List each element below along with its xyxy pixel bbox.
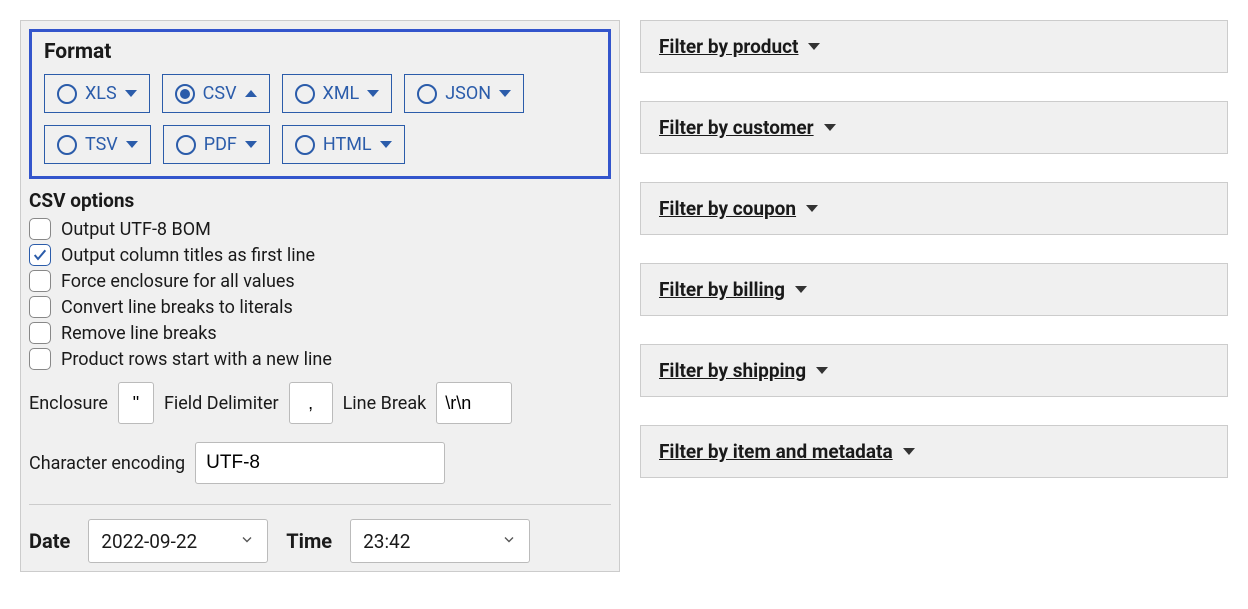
format-option-label: XLS <box>85 83 117 104</box>
radio-icon <box>295 135 315 155</box>
caret-down-icon <box>795 286 807 293</box>
linebreak-label: Line Break <box>343 393 427 414</box>
enclosure-label: Enclosure <box>29 393 108 414</box>
format-option-label: TSV <box>85 134 118 155</box>
filter-accordion[interactable]: Filter by product <box>640 20 1228 73</box>
filter-label: Filter by billing <box>659 278 785 301</box>
radio-icon <box>417 84 437 104</box>
checkbox[interactable] <box>29 348 51 370</box>
format-option-label: CSV <box>203 83 237 104</box>
csv-option-row: Output UTF-8 BOM <box>29 216 611 242</box>
format-option-label: PDF <box>204 134 237 155</box>
caret-down-icon <box>816 367 828 374</box>
radio-icon <box>175 84 195 104</box>
radio-icon <box>295 84 315 104</box>
caret-down-icon <box>806 205 818 212</box>
format-options: XLS CSV XML JSON TSV PDF HTML <box>44 74 596 164</box>
linebreak-input[interactable] <box>436 382 512 424</box>
encoding-input[interactable] <box>195 442 445 484</box>
format-section: Format XLS CSV XML JSON TSV PDF HTML <box>29 29 611 179</box>
encoding-row: Character encoding <box>29 442 611 484</box>
filter-accordion[interactable]: Filter by shipping <box>640 344 1228 397</box>
csv-option-row: Product rows start with a new line <box>29 346 611 372</box>
filter-label: Filter by item and metadata <box>659 440 893 463</box>
format-option-xml[interactable]: XML <box>282 74 393 113</box>
csv-option-row: Convert line breaks to literals <box>29 294 611 320</box>
csv-separator-row: Enclosure Field Delimiter Line Break <box>29 382 611 424</box>
time-select[interactable]: 23:42 <box>350 519 530 563</box>
csv-option-label: Product rows start with a new line <box>61 349 332 370</box>
caret-down-icon <box>903 448 915 455</box>
caret-down-icon <box>499 90 511 97</box>
csv-options-title: CSV options <box>29 189 611 212</box>
filter-label: Filter by product <box>659 35 798 58</box>
caret-down-icon <box>808 43 820 50</box>
csv-option-label: Output UTF-8 BOM <box>61 219 211 240</box>
encoding-label: Character encoding <box>29 453 185 474</box>
caret-up-icon <box>245 90 257 97</box>
checkbox[interactable] <box>29 322 51 344</box>
csv-option-row: Output column titles as first line <box>29 242 611 268</box>
date-value: 2022-09-22 <box>101 530 197 553</box>
chevron-down-icon <box>239 530 255 553</box>
filter-label: Filter by customer <box>659 116 814 139</box>
format-option-json[interactable]: JSON <box>404 74 524 113</box>
csv-option-row: Remove line breaks <box>29 320 611 346</box>
filters-panel: Filter by product Filter by customer Fil… <box>640 20 1228 478</box>
caret-down-icon <box>125 90 137 97</box>
caret-down-icon <box>380 141 392 148</box>
format-option-xls[interactable]: XLS <box>44 74 150 113</box>
left-settings-panel: Format XLS CSV XML JSON TSV PDF HTML CSV optio… <box>20 20 620 572</box>
time-value: 23:42 <box>363 530 410 553</box>
caret-down-icon <box>126 141 138 148</box>
format-option-html[interactable]: HTML <box>282 125 405 164</box>
checkbox[interactable] <box>29 244 51 266</box>
format-option-csv[interactable]: CSV <box>162 74 270 113</box>
datetime-row: Date 2022-09-22 Time 23:42 <box>29 519 611 563</box>
format-option-label: JSON <box>445 83 491 104</box>
filter-accordion[interactable]: Filter by item and metadata <box>640 425 1228 478</box>
csv-option-label: Output column titles as first line <box>61 245 315 266</box>
format-title: Format <box>44 40 596 64</box>
radio-icon <box>57 135 77 155</box>
checkbox[interactable] <box>29 218 51 240</box>
chevron-down-icon <box>501 530 517 553</box>
filter-accordion[interactable]: Filter by billing <box>640 263 1228 316</box>
date-label: Date <box>29 529 70 553</box>
csv-option-label: Force enclosure for all values <box>61 271 295 292</box>
enclosure-input[interactable] <box>118 382 154 424</box>
format-option-label: XML <box>323 83 360 104</box>
caret-down-icon <box>824 124 836 131</box>
csv-option-label: Convert line breaks to literals <box>61 297 293 318</box>
delimiter-label: Field Delimiter <box>164 393 279 414</box>
divider <box>29 504 611 505</box>
caret-down-icon <box>367 90 379 97</box>
filter-accordion[interactable]: Filter by customer <box>640 101 1228 154</box>
csv-option-row: Force enclosure for all values <box>29 268 611 294</box>
filter-accordion[interactable]: Filter by coupon <box>640 182 1228 235</box>
date-select[interactable]: 2022-09-22 <box>88 519 268 563</box>
time-label: Time <box>286 529 332 553</box>
checkbox[interactable] <box>29 270 51 292</box>
format-option-label: HTML <box>323 134 372 155</box>
caret-down-icon <box>245 141 257 148</box>
format-option-tsv[interactable]: TSV <box>44 125 151 164</box>
format-option-pdf[interactable]: PDF <box>163 125 270 164</box>
filter-label: Filter by shipping <box>659 359 806 382</box>
radio-icon <box>57 84 77 104</box>
filter-label: Filter by coupon <box>659 197 796 220</box>
csv-option-label: Remove line breaks <box>61 323 217 344</box>
csv-options-list: Output UTF-8 BOM Output column titles as … <box>29 216 611 372</box>
radio-icon <box>176 135 196 155</box>
checkbox[interactable] <box>29 296 51 318</box>
delimiter-input[interactable] <box>289 382 333 424</box>
